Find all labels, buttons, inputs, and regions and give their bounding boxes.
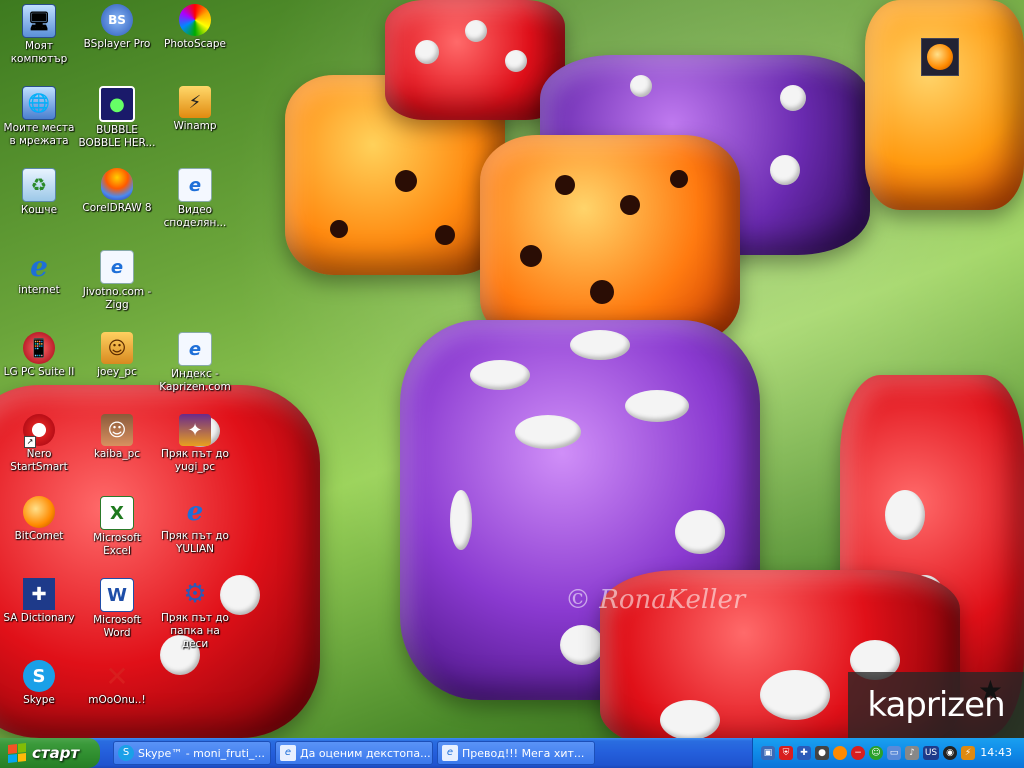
desktop-icon-desi-folder[interactable]: ⚙ Пряк път до папка на деси [156,578,234,651]
skype-icon: S [118,745,134,761]
orange-die-right [865,0,1024,210]
red-die-top [385,0,565,120]
orange-die-center [480,135,740,345]
gear-folder-icon: ⚙ [183,579,207,609]
desktop-icon-skype[interactable]: S Skype [0,660,78,707]
desktop-icon-jivotno[interactable]: e Jivotno.com - Zigg [78,250,156,312]
taskbar-button-skype[interactable]: S Skype™ - moni_fruti_... [113,741,271,765]
antivirus-icon[interactable]: ⛨ [779,746,793,760]
shield-icon[interactable]: ✚ [797,746,811,760]
desktop-icon-kaprizen-index[interactable]: e Индекс - Kaprizen.com [156,332,234,394]
internet-shortcut-icon: e [178,168,212,202]
photoscape-icon [179,4,211,36]
desktop-icon-moonu[interactable]: ✕ mOoOnu..! [78,660,156,707]
kaprizen-logo: ★ kaprizen [848,672,1024,738]
excel-icon: X [100,496,134,530]
anime-character-icon: ☺ [101,332,133,364]
yugioh-icon: ✦ [179,414,211,446]
bitcomet-tray-icon[interactable] [833,746,847,760]
network-icon[interactable]: ▣ [761,746,775,760]
start-label: старт [32,744,80,762]
red-x-icon: ✕ [105,659,129,693]
desktop-icon-coreldraw[interactable]: CorelDRAW 8 [78,168,156,215]
photo-watermark: © RonaKeller [565,585,746,615]
recycle-bin-icon: ♻ [22,168,56,202]
language-indicator[interactable]: US [923,746,939,760]
desktop-icon-bitcomet[interactable]: BitComet [0,496,78,543]
bsplayer-icon: BS [101,4,133,36]
desktop-icon-yugi-pc[interactable]: ✦ Пряк път до yugi_pc [156,414,234,474]
network-places-icon: 🌐 [22,86,56,120]
taskbar-button-desktop-rating[interactable]: e Да оценим декстопа... [275,741,433,765]
taskbar-button-label: Да оценим декстопа... [300,746,431,760]
desktop-icon-sa-dictionary[interactable]: ✚ SA Dictionary [0,578,78,625]
desktop-icon-nero[interactable]: Nero StartSmart ↗ [0,414,78,474]
desktop-icon-recycle-bin[interactable]: ♻ Кошче [0,168,78,217]
desktop-icon-photoscape[interactable]: PhotoScape [156,4,234,51]
volume-icon[interactable]: ♪ [905,746,919,760]
winamp-tray-icon[interactable]: ⚡ [961,746,975,760]
taskbar-button-translation[interactable]: e Превод!!! Мега хит... [437,741,595,765]
taskbar-button-label: Skype™ - moni_fruti_... [138,746,265,760]
desktop-icon-network-places[interactable]: 🌐 Моите места в мрежата [0,86,78,148]
stop-icon[interactable]: − [851,746,865,760]
desktop-icon-internet[interactable]: e internet [0,250,78,297]
desktop-icon-excel[interactable]: X Microsoft Excel [78,496,156,558]
messenger-icon[interactable]: ☺ [869,746,883,760]
ie-shortcut-icon: e [186,497,204,527]
desktop-icon-kaiba-pc[interactable]: ☺ kaiba_pc [78,414,156,461]
skype-icon: S [23,660,55,692]
desktop-icon-bsplayer[interactable]: BS BSplayer Pro [78,4,156,51]
display-icon[interactable]: ▭ [887,746,901,760]
windows-logo-icon [8,743,26,763]
nero-tray-icon[interactable]: ● [815,746,829,760]
clock[interactable]: 14:43 [980,746,1012,759]
desktop-icon-word[interactable]: W Microsoft Word [78,578,156,640]
ie-window-icon: e [442,745,458,761]
star-icon: ★ [977,674,1003,707]
bitcomet-floating-icon[interactable] [921,38,959,76]
taskbar: старт S Skype™ - moni_fruti_... e Да оце… [0,738,1024,768]
desktop-icon-bubble-bobble[interactable]: ● BUBBLE BOBBLE HER... [78,86,156,150]
desktop-icon-lg-pc-suite[interactable]: 📱 LG PC Suite II [0,332,78,379]
lg-phone-icon: 📱 [23,332,55,364]
desktop-icon-my-computer[interactable]: 🖥 Моят компютър [0,4,78,66]
internet-shortcut-icon: e [178,332,212,366]
desktop-icon-video-sharing[interactable]: e Видео споделян... [156,168,234,230]
coreldraw-icon [101,168,133,200]
uk-flag-icon: ✚ [23,578,55,610]
desktop-icon-winamp[interactable]: ⚡ Winamp [156,86,234,133]
media-icon[interactable]: ◉ [943,746,957,760]
ie-window-icon: e [280,745,296,761]
anime-character-icon: ☺ [101,414,133,446]
taskbar-button-label: Превод!!! Мега хит... [462,746,585,760]
my-computer-icon: 🖥 [22,4,56,38]
winamp-icon: ⚡ [179,86,211,118]
internet-explorer-icon: e [30,249,48,283]
start-button[interactable]: старт [0,738,100,768]
bitcomet-icon [23,496,55,528]
shortcut-arrow-icon: ↗ [24,436,36,448]
bubble-bobble-icon: ● [99,86,135,122]
system-tray: ▣ ⛨ ✚ ● − ☺ ▭ ♪ US ◉ ⚡ 14:43 [752,738,1024,768]
word-icon: W [100,578,134,612]
desktop-icon-joey-pc[interactable]: ☺ joey_pc [78,332,156,379]
desktop-icon-yulian[interactable]: e Пряк път до YULIAN [156,496,234,556]
internet-shortcut-icon: e [100,250,134,284]
